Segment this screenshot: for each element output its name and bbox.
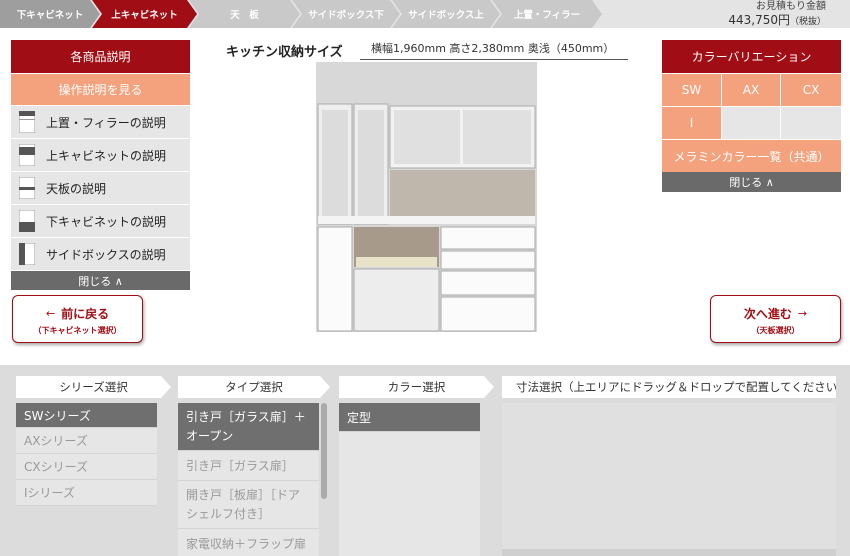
- description-top-filler[interactable]: 上置・フィラーの説明: [11, 105, 190, 138]
- back-button[interactable]: ← 前に戻る （下キャビネット選択）: [12, 295, 143, 343]
- step-label: 天 板: [230, 10, 259, 21]
- step-label: サイドボックス下: [308, 10, 384, 21]
- back-label: 前に戻る: [61, 307, 110, 321]
- color-variation-panel: カラーバリエーション SW AX CX I メラミンカラー一覧（共通） 閉じる …: [662, 40, 841, 192]
- description-label: サイドボックスの説明: [46, 247, 166, 262]
- color-variation-header: カラーバリエーション: [662, 40, 841, 73]
- type-item-hinged-door-shelf[interactable]: 開き戸［板扉］［ドアシェルフ付き］: [178, 481, 319, 529]
- top-filler-icon: [18, 110, 36, 134]
- product-description-panel: 各商品説明 操作説明を見る 上置・フィラーの説明 上キャビネットの説明 天板の説…: [11, 40, 190, 290]
- arrow-right-icon: →: [797, 307, 808, 320]
- type-item-sliding-glass[interactable]: 引き戸［ガラス扉］: [178, 451, 319, 481]
- next-sublabel: （天板選択）: [751, 326, 800, 335]
- arrow-left-icon: ←: [45, 307, 56, 320]
- step-navigation: 下キャビネット 上キャビネット 天 板 サイドボックス下 サイドボックス上 上置…: [0, 0, 850, 28]
- description-lower-cabinet[interactable]: 下キャビネットの説明: [11, 204, 190, 237]
- color-option-sw[interactable]: SW: [662, 73, 722, 106]
- step-side-box-lower[interactable]: サイドボックス下: [292, 0, 400, 28]
- description-label: 天板の説明: [46, 181, 107, 196]
- type-list-scrollbar[interactable]: [321, 403, 327, 499]
- description-upper-cabinet[interactable]: 上キャビネットの説明: [11, 138, 190, 171]
- product-description-header: 各商品説明: [11, 40, 190, 73]
- cabinet-preview-image: [316, 62, 537, 332]
- selection-area: シリーズ選択 タイプ選択 カラー選択 寸法選択（上エリアにドラッグ＆ドロップで配…: [0, 365, 850, 556]
- type-item-sliding-glass-open[interactable]: 引き戸［ガラス扉］＋オープン: [178, 403, 319, 451]
- series-item-i[interactable]: Iシリーズ: [16, 480, 157, 506]
- step-label: サイドボックス上: [408, 10, 484, 21]
- side-box-icon: [18, 242, 36, 266]
- close-description-button[interactable]: 閉じる ∧: [11, 270, 190, 290]
- next-label: 次へ進む: [743, 307, 792, 321]
- description-label: 上置・フィラーの説明: [46, 115, 166, 130]
- color-option-empty: [722, 106, 781, 139]
- series-list: SWシリーズ AXシリーズ CXシリーズ Iシリーズ: [16, 403, 157, 506]
- description-countertop[interactable]: 天板の説明: [11, 171, 190, 204]
- lower-cabinet-icon: [18, 209, 36, 233]
- estimate-price: 443,750円（税抜）: [728, 13, 826, 27]
- estimate-tax: （税抜）: [789, 17, 826, 27]
- color-option-i[interactable]: I: [662, 106, 722, 139]
- color-list: 定型: [339, 403, 480, 556]
- description-label: 上キャビネットの説明: [46, 148, 167, 163]
- step-label: 下キャビネット: [16, 10, 84, 21]
- upper-cabinet-icon: [18, 143, 36, 167]
- step-lower-cabinet[interactable]: 下キャビネット: [0, 0, 100, 28]
- color-option-cx[interactable]: CX: [781, 73, 841, 106]
- step-side-box-upper[interactable]: サイドボックス上: [392, 0, 500, 28]
- countertop-icon: [18, 176, 36, 200]
- type-list: 引き戸［ガラス扉］＋オープン 引き戸［ガラス扉］ 開き戸［板扉］［ドアシェルフ付…: [178, 403, 319, 556]
- step-countertop[interactable]: 天 板: [189, 0, 300, 28]
- color-option-ax[interactable]: AX: [722, 73, 781, 106]
- next-button[interactable]: 次へ進む → （天板選択）: [710, 295, 841, 343]
- storage-size-value: 横幅1,960mm 高さ2,380mm 奥浅（450mm）: [360, 40, 628, 60]
- series-item-sw[interactable]: SWシリーズ: [16, 403, 157, 428]
- step-top-filler[interactable]: 上置・フィラー: [492, 0, 602, 28]
- estimate-box: お見積もり金額 443,750円（税抜）: [728, 0, 826, 29]
- type-item-appliance-flap[interactable]: 家電収納＋フラップ扉: [178, 529, 319, 556]
- close-color-panel-button[interactable]: 閉じる ∧: [662, 172, 841, 192]
- color-select-header: カラー選択: [339, 376, 494, 398]
- step-label: 上置・フィラー: [513, 10, 581, 21]
- type-select-header: タイプ選択: [178, 376, 330, 398]
- step-label: 上キャビネット: [111, 10, 178, 21]
- size-select-header: 寸法選択（上エリアにドラッグ＆ドロップで配置してください）: [502, 376, 836, 398]
- description-label: 下キャビネットの説明: [46, 214, 167, 229]
- estimate-label: お見積もり金額: [756, 1, 826, 12]
- color-variation-grid: SW AX CX I: [662, 73, 841, 139]
- melamine-color-list-button[interactable]: メラミンカラー一覧（共通）: [662, 139, 841, 172]
- series-item-cx[interactable]: CXシリーズ: [16, 454, 157, 480]
- size-select-area[interactable]: [502, 403, 836, 556]
- step-upper-cabinet[interactable]: 上キャビネット: [92, 0, 197, 28]
- series-select-header: シリーズ選択: [16, 376, 171, 398]
- operation-guide-button[interactable]: 操作説明を見る: [11, 73, 190, 105]
- color-option-empty: [781, 106, 841, 139]
- back-sublabel: （下キャビネット選択）: [33, 326, 122, 335]
- size-area-footer: [502, 549, 836, 556]
- series-item-ax[interactable]: AXシリーズ: [16, 428, 157, 454]
- storage-size-title: キッチン収納サイズ: [226, 45, 343, 60]
- color-item-standard[interactable]: 定型: [339, 403, 480, 432]
- description-side-box[interactable]: サイドボックスの説明: [11, 237, 190, 270]
